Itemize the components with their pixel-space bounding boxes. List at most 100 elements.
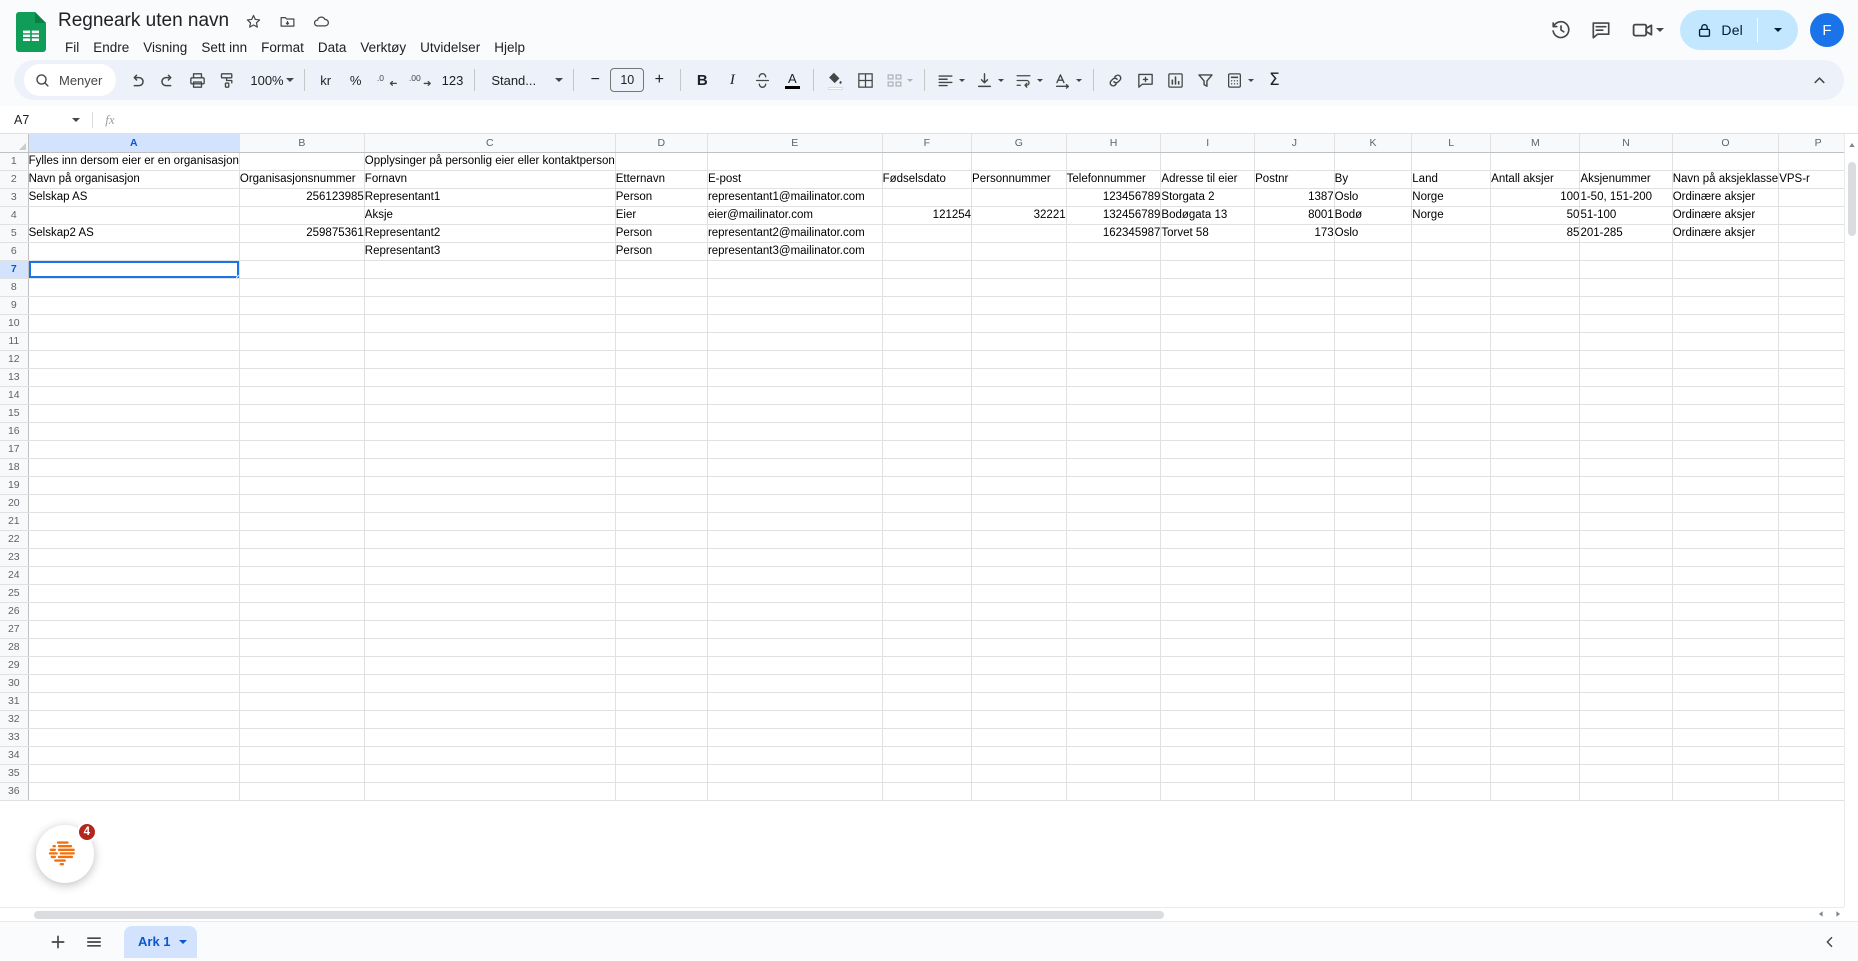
cell-m25[interactable]	[1490, 584, 1581, 603]
cell-m26[interactable]	[1490, 602, 1581, 621]
cell-b11[interactable]	[239, 332, 365, 351]
cell-b35[interactable]	[239, 764, 365, 783]
cell-h17[interactable]	[1066, 440, 1162, 459]
row-header-11[interactable]: 11	[0, 332, 29, 351]
cell-b19[interactable]	[239, 476, 365, 495]
menu-item-endre[interactable]: Endre	[86, 37, 136, 58]
cell-o18[interactable]	[1672, 458, 1780, 477]
cell-c7[interactable]	[364, 260, 616, 279]
cell-m9[interactable]	[1490, 296, 1581, 315]
cell-a18[interactable]	[28, 458, 240, 477]
avatar[interactable]: F	[1810, 13, 1844, 47]
cell-k4[interactable]: Bodø	[1334, 206, 1413, 225]
cell-l4[interactable]: Norge	[1411, 206, 1492, 225]
cell-m24[interactable]	[1490, 566, 1581, 585]
cell-d26[interactable]	[615, 602, 708, 621]
cell-f1[interactable]	[882, 152, 973, 171]
cell-n15[interactable]	[1579, 404, 1673, 423]
star-icon[interactable]	[243, 11, 263, 31]
cell-a3[interactable]: Selskap AS	[28, 188, 240, 207]
cell-j11[interactable]	[1254, 332, 1335, 351]
more-formats-button[interactable]: 123	[437, 65, 469, 95]
row-header-4[interactable]: 4	[0, 206, 29, 225]
cell-o11[interactable]	[1672, 332, 1780, 351]
cell-i33[interactable]	[1160, 728, 1256, 747]
cell-b12[interactable]	[239, 350, 365, 369]
cell-b30[interactable]	[239, 674, 365, 693]
cell-b28[interactable]	[239, 638, 365, 657]
cell-d18[interactable]	[615, 458, 708, 477]
cell-a7[interactable]	[28, 260, 240, 279]
cell-a35[interactable]	[28, 764, 240, 783]
cell-c29[interactable]	[364, 656, 616, 675]
cell-o10[interactable]	[1672, 314, 1780, 333]
cell-m28[interactable]	[1490, 638, 1581, 657]
text-wrap-icon[interactable]	[1009, 65, 1048, 95]
chevron-down-icon[interactable]	[72, 117, 80, 122]
cell-c25[interactable]	[364, 584, 616, 603]
cell-b24[interactable]	[239, 566, 365, 585]
cell-i22[interactable]	[1160, 530, 1256, 549]
cell-k23[interactable]	[1334, 548, 1413, 567]
cell-d30[interactable]	[615, 674, 708, 693]
share-dropdown-button[interactable]	[1758, 10, 1798, 50]
cell-j36[interactable]	[1254, 782, 1335, 801]
cell-n25[interactable]	[1579, 584, 1673, 603]
cell-o16[interactable]	[1672, 422, 1780, 441]
cell-d31[interactable]	[615, 692, 708, 711]
cell-k30[interactable]	[1334, 674, 1413, 693]
cell-k18[interactable]	[1334, 458, 1413, 477]
cell-f12[interactable]	[882, 350, 973, 369]
cell-a21[interactable]	[28, 512, 240, 531]
cell-e32[interactable]	[707, 710, 883, 729]
cell-e30[interactable]	[707, 674, 883, 693]
cell-c10[interactable]	[364, 314, 616, 333]
cell-c18[interactable]	[364, 458, 616, 477]
cell-l13[interactable]	[1411, 368, 1492, 387]
cell-g30[interactable]	[971, 674, 1067, 693]
row-header-15[interactable]: 15	[0, 404, 29, 423]
cell-n5[interactable]: 201-285	[1579, 224, 1673, 243]
cell-n23[interactable]	[1579, 548, 1673, 567]
cell-k2[interactable]: By	[1334, 170, 1413, 189]
cell-m36[interactable]	[1490, 782, 1581, 801]
cell-o27[interactable]	[1672, 620, 1780, 639]
cell-i18[interactable]	[1160, 458, 1256, 477]
row-header-21[interactable]: 21	[0, 512, 29, 531]
cell-g7[interactable]	[971, 260, 1067, 279]
cell-c17[interactable]	[364, 440, 616, 459]
cell-n4[interactable]: 51-100	[1579, 206, 1673, 225]
cell-h6[interactable]	[1066, 242, 1162, 261]
cell-i7[interactable]	[1160, 260, 1256, 279]
cell-a11[interactable]	[28, 332, 240, 351]
cell-i26[interactable]	[1160, 602, 1256, 621]
horizontal-scroll-thumb[interactable]	[34, 911, 1164, 919]
row-header-29[interactable]: 29	[0, 656, 29, 675]
cell-f15[interactable]	[882, 404, 973, 423]
cell-g22[interactable]	[971, 530, 1067, 549]
cell-f18[interactable]	[882, 458, 973, 477]
cell-g11[interactable]	[971, 332, 1067, 351]
cell-k26[interactable]	[1334, 602, 1413, 621]
cell-i28[interactable]	[1160, 638, 1256, 657]
cell-d34[interactable]	[615, 746, 708, 765]
cell-o24[interactable]	[1672, 566, 1780, 585]
cell-h8[interactable]	[1066, 278, 1162, 297]
cell-a25[interactable]	[28, 584, 240, 603]
cell-m29[interactable]	[1490, 656, 1581, 675]
cell-i34[interactable]	[1160, 746, 1256, 765]
cell-l26[interactable]	[1411, 602, 1492, 621]
cell-g28[interactable]	[971, 638, 1067, 657]
cell-d1[interactable]	[615, 152, 708, 171]
cell-j14[interactable]	[1254, 386, 1335, 405]
cell-i23[interactable]	[1160, 548, 1256, 567]
menu-item-verktoy[interactable]: Verktøy	[353, 37, 413, 58]
cell-m31[interactable]	[1490, 692, 1581, 711]
link-icon[interactable]	[1100, 65, 1130, 95]
cell-e4[interactable]: eier@mailinator.com	[707, 206, 883, 225]
cell-k25[interactable]	[1334, 584, 1413, 603]
column-header-d[interactable]: D	[615, 134, 708, 153]
cell-e12[interactable]	[707, 350, 883, 369]
cell-d36[interactable]	[615, 782, 708, 801]
cell-j7[interactable]	[1254, 260, 1335, 279]
